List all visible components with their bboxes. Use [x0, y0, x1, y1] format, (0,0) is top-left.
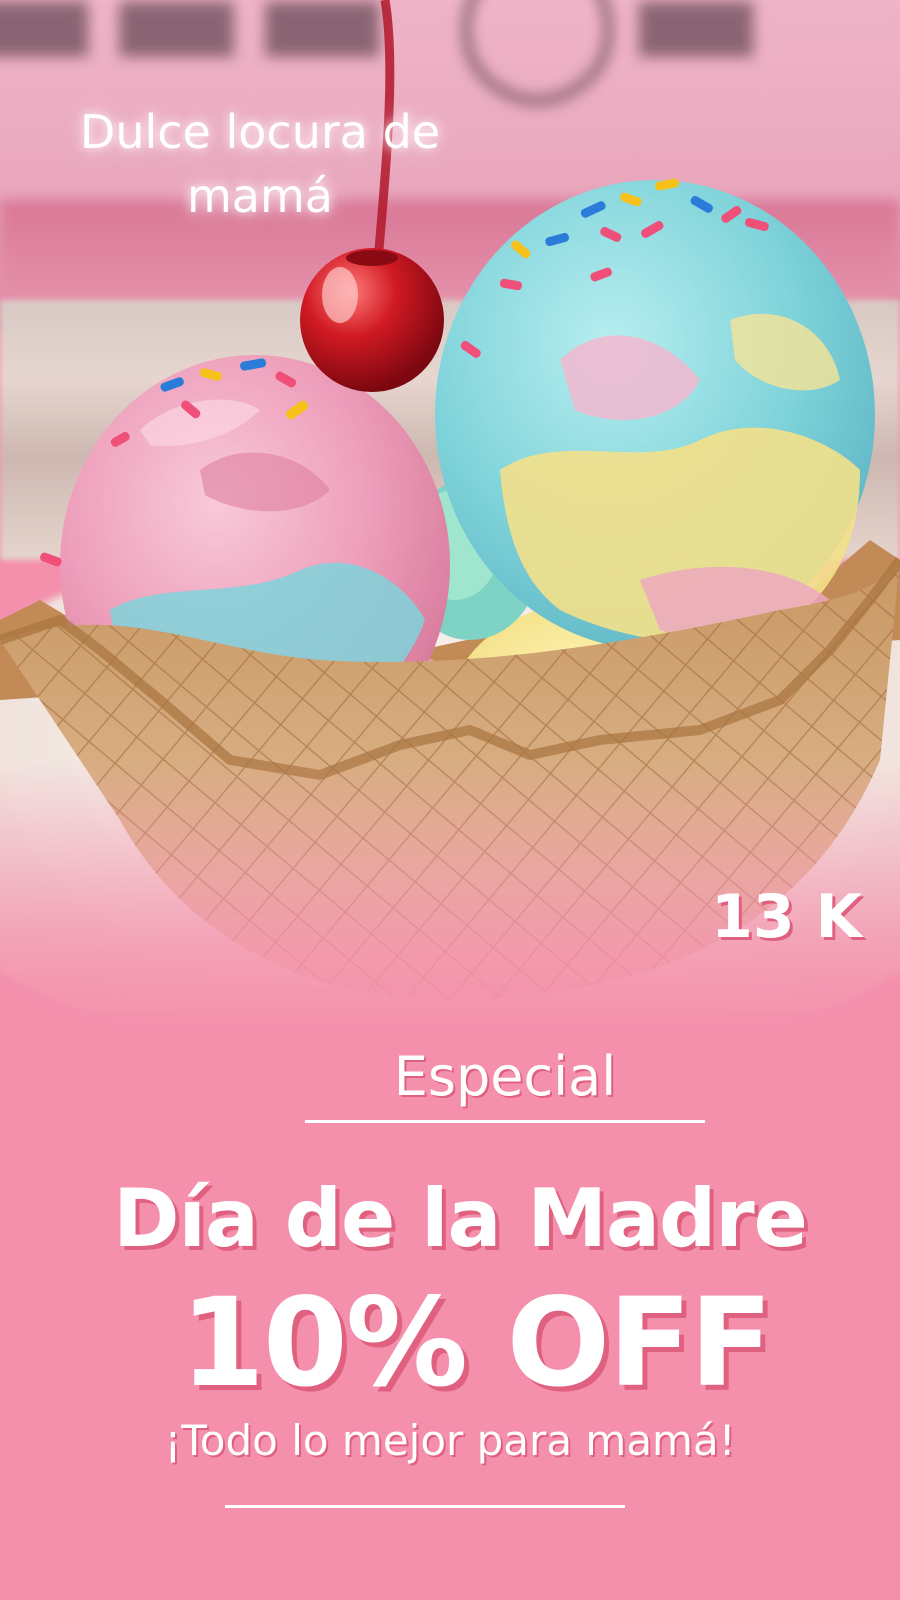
subtitle: ¡Todo lo mejor para mamá!	[164, 1416, 736, 1465]
divider-top	[305, 1120, 705, 1123]
special-label: Especial	[393, 1045, 617, 1108]
ice-cream-scoop	[435, 180, 875, 650]
promo-poster: ▬▬▬ ◯▬ Dulce locura de mamá 13 K Especia…	[0, 0, 900, 1600]
tagline: Dulce locura de mamá	[79, 105, 441, 223]
divider-bottom	[225, 1505, 625, 1508]
event-title: Día de la Madre	[113, 1172, 808, 1265]
price-label: 13 K	[711, 882, 862, 952]
discount-headline: 10% OFF	[180, 1272, 773, 1414]
